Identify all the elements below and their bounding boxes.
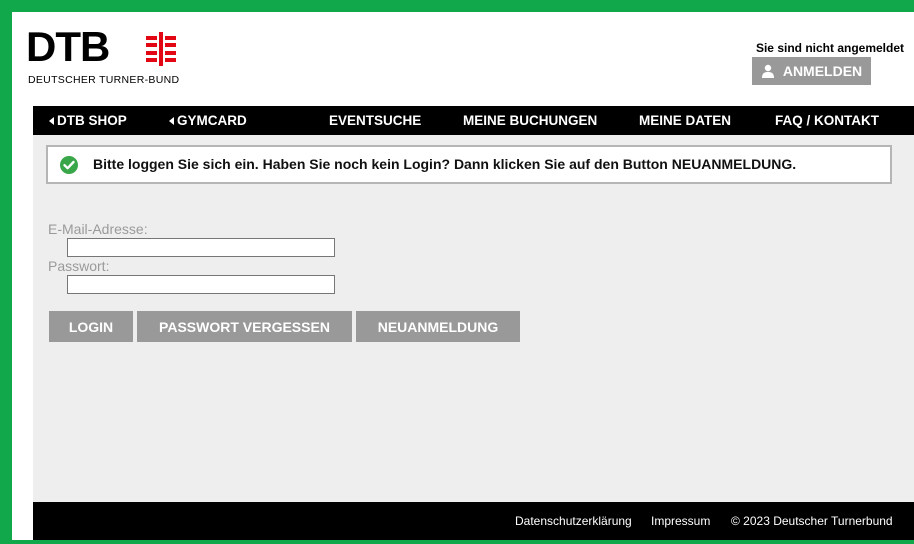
dtb-logo[interactable]: DTB DEUTSCHER TURNER-BUND <box>26 23 226 87</box>
nav-item-dtb-shop[interactable]: DTB SHOP <box>49 106 127 135</box>
email-field[interactable] <box>67 238 335 257</box>
anmelden-button[interactable]: ANMELDEN <box>752 57 871 85</box>
dtb-turner-cross-icon <box>146 32 176 66</box>
logo-wordmark: DTB <box>26 23 110 70</box>
main-nav: DTB SHOP GYMCARD EVENTSUCHE MEINE BUCHUN… <box>33 106 914 135</box>
footer: Datenschutzerklärung Impressum © 2023 De… <box>33 502 914 540</box>
nav-item-meine-daten[interactable]: MEINE DATEN <box>639 106 731 135</box>
caret-left-icon <box>169 117 174 125</box>
browser-frame: DTB DEUTSCHER TURNER-BUND Sie sind nicht… <box>0 0 914 544</box>
privacy-link[interactable]: Datenschutzerklärung <box>515 502 632 540</box>
nav-item-gymcard[interactable]: GYMCARD <box>169 106 247 135</box>
password-field[interactable] <box>67 275 335 294</box>
user-icon <box>761 64 774 78</box>
register-button[interactable]: NEUANMELDUNG <box>356 311 520 342</box>
password-label: Passwort: <box>48 258 110 274</box>
nav-item-eventsuche[interactable]: EVENTSUCHE <box>329 106 421 135</box>
page: DTB DEUTSCHER TURNER-BUND Sie sind nicht… <box>12 12 914 540</box>
email-label: E-Mail-Adresse: <box>48 221 148 237</box>
main-content: Bitte loggen Sie sich ein. Haben Sie noc… <box>33 135 914 502</box>
login-button[interactable]: LOGIN <box>49 311 133 342</box>
nav-item-label: DTB SHOP <box>57 113 127 128</box>
imprint-link[interactable]: Impressum <box>651 502 710 540</box>
alert-message: Bitte loggen Sie sich ein. Haben Sie noc… <box>93 156 797 172</box>
check-circle-icon <box>60 156 78 174</box>
caret-left-icon <box>49 117 54 125</box>
info-alert: Bitte loggen Sie sich ein. Haben Sie noc… <box>46 145 892 184</box>
header: DTB DEUTSCHER TURNER-BUND Sie sind nicht… <box>12 12 914 105</box>
login-status-text: Sie sind nicht angemeldet <box>755 41 904 55</box>
nav-item-meine-buchungen[interactable]: MEINE BUCHUNGEN <box>463 106 597 135</box>
logo-subtitle: DEUTSCHER TURNER-BUND <box>28 74 180 86</box>
nav-item-label: GYMCARD <box>177 113 247 128</box>
nav-item-faq-kontakt[interactable]: FAQ / KONTAKT <box>775 106 879 135</box>
anmelden-button-label: ANMELDEN <box>782 63 863 79</box>
copyright-text: © 2023 Deutscher Turnerbund <box>731 514 893 528</box>
forgot-password-button[interactable]: PASSWORT VERGESSEN <box>137 311 352 342</box>
